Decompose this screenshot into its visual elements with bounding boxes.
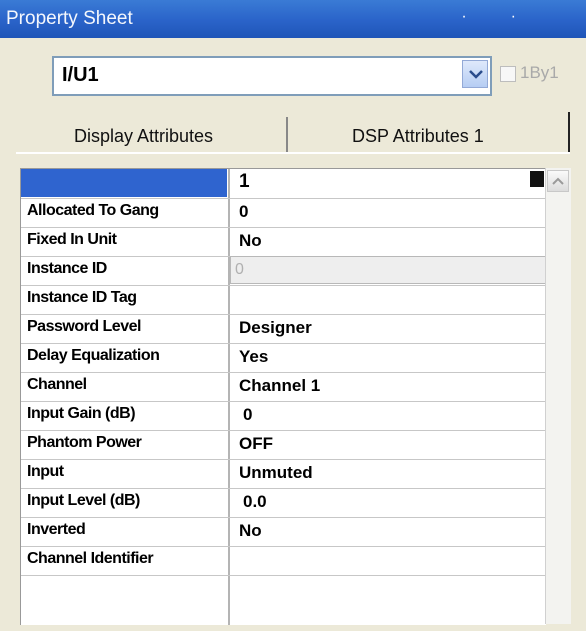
property-name (27, 173, 227, 195)
property-row[interactable]: 1 (21, 169, 546, 199)
property-row[interactable]: Input Unmuted (21, 459, 546, 489)
checkbox-icon (500, 65, 516, 82)
property-row[interactable]: Input Level (dB) 0.0 (21, 488, 546, 518)
tab-display-attributes[interactable]: Display Attributes (74, 126, 213, 147)
property-row[interactable]: Instance ID 0 (21, 256, 546, 286)
window-title: Property Sheet (6, 8, 133, 29)
property-row[interactable]: Phantom Power OFF (21, 430, 546, 460)
property-name: Instance ID (27, 260, 107, 277)
object-select-value: I/U1 (62, 64, 99, 86)
tab-edge (568, 112, 570, 156)
property-row[interactable]: Fixed In Unit No (21, 227, 546, 257)
property-name: Input (27, 463, 64, 480)
property-row[interactable]: Channel Channel 1 (21, 372, 546, 402)
property-name: Delay Equalization (27, 347, 160, 364)
property-grid: 1 Allocated To Gang 0 Fixed In Unit No I… (20, 168, 546, 625)
property-name: Fixed In Unit (27, 231, 117, 248)
property-value[interactable]: 0.0 (243, 492, 267, 512)
property-row[interactable]: Password Level Designer (21, 314, 546, 344)
property-name: Input Gain (dB) (27, 405, 136, 422)
property-name: Channel (27, 376, 87, 393)
property-value[interactable]: Designer (239, 318, 312, 338)
property-row[interactable]: Input Gain (dB) 0 (21, 401, 546, 431)
property-value[interactable]: 1 (239, 171, 250, 193)
property-row[interactable]: Channel Identifier (21, 546, 546, 576)
property-row[interactable]: Inverted No (21, 517, 546, 547)
property-name: Channel Identifier (27, 550, 154, 567)
scroll-up-button[interactable] (547, 170, 569, 192)
property-name: Inverted (27, 521, 86, 538)
chevron-up-icon (552, 177, 564, 185)
property-value[interactable]: Yes (239, 347, 268, 367)
property-name: Password Level (27, 318, 141, 335)
property-value[interactable]: OFF (239, 434, 273, 454)
edit-button-icon[interactable] (530, 171, 544, 187)
object-select[interactable]: I/U1 (52, 56, 492, 96)
property-value[interactable]: No (239, 521, 262, 541)
property-value[interactable]: Unmuted (239, 463, 313, 483)
object-select-dropdown-button[interactable] (462, 60, 488, 88)
title-bar[interactable]: Property Sheet ·· (0, 0, 586, 38)
property-value[interactable]: 0 (243, 405, 252, 425)
property-value[interactable]: 0 (239, 202, 248, 222)
property-name: Instance ID Tag (27, 289, 137, 306)
property-value[interactable]: No (239, 231, 262, 251)
by1-label: 1By1 (520, 63, 559, 82)
property-row[interactable]: Delay Equalization Yes (21, 343, 546, 373)
chevron-down-icon (469, 70, 483, 79)
property-name: Phantom Power (27, 434, 142, 451)
property-name: Input Level (dB) (27, 492, 140, 509)
property-row[interactable]: Allocated To Gang 0 (21, 198, 546, 228)
property-row[interactable]: Instance ID Tag (21, 285, 546, 315)
vertical-scrollbar[interactable] (545, 168, 571, 624)
property-name: Allocated To Gang (27, 202, 159, 219)
tab-dsp-attributes-1[interactable]: DSP Attributes 1 (352, 126, 484, 147)
property-value: 0 (235, 261, 244, 278)
property-value-disabled: 0 (230, 256, 546, 284)
by1-checkbox[interactable]: 1By1 (500, 63, 559, 83)
title-bar-controls: ·· (461, 8, 560, 25)
property-value[interactable]: Channel 1 (239, 376, 320, 396)
tab-divider (286, 117, 288, 153)
